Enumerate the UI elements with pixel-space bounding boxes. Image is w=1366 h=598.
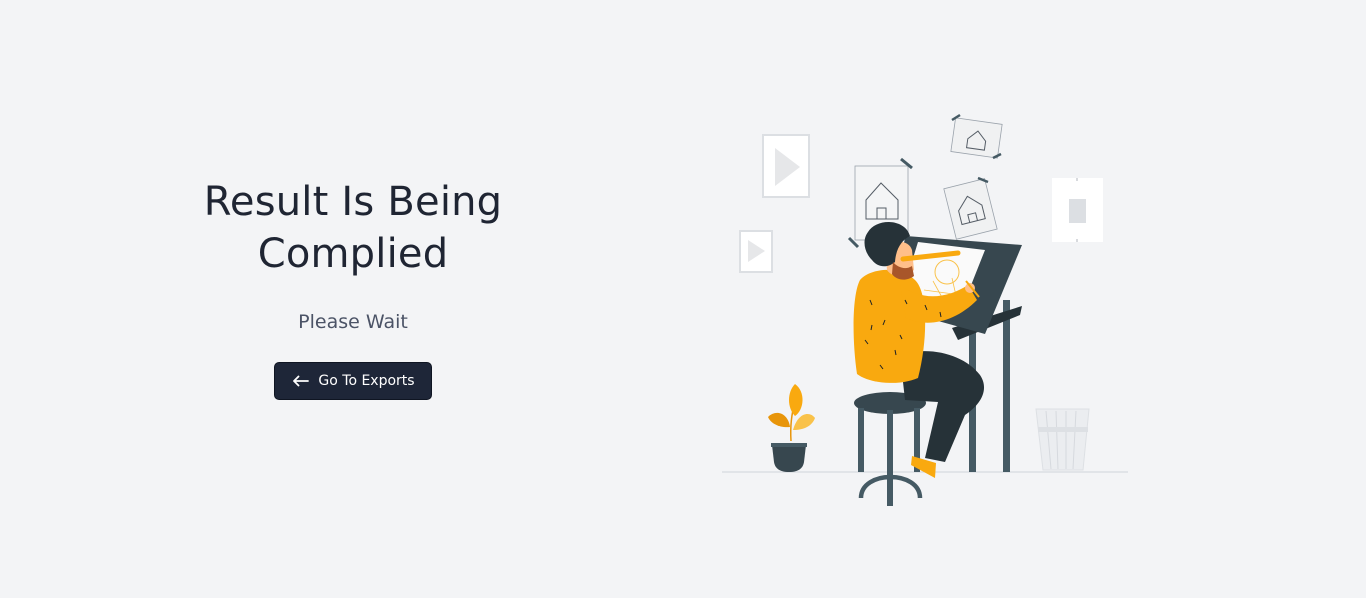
wall-frame-plain [1052,178,1103,242]
status-page: Result Is Being Complied Please Wait Go … [0,0,1366,598]
page-title: Result Is Being Complied [153,176,553,280]
wastebasket [1035,408,1090,471]
go-to-exports-button[interactable]: Go To Exports [274,362,432,400]
go-to-exports-label: Go To Exports [318,373,415,389]
arrow-left-icon [292,375,310,387]
page-title-line-1: Result Is Being [203,179,503,225]
status-panel: Result Is Being Complied Please Wait Go … [153,176,553,400]
potted-plant [768,384,815,472]
wall-frame-play-small [739,230,773,273]
page-title-line-2: Complied [257,231,449,277]
designer-illustration [722,113,1128,506]
house-sketch-small [950,117,1003,159]
stool [854,392,926,506]
status-subtitle: Please Wait [298,311,408,333]
wall-frame-play-large [762,134,810,198]
house-sketch-tilted [943,178,998,240]
